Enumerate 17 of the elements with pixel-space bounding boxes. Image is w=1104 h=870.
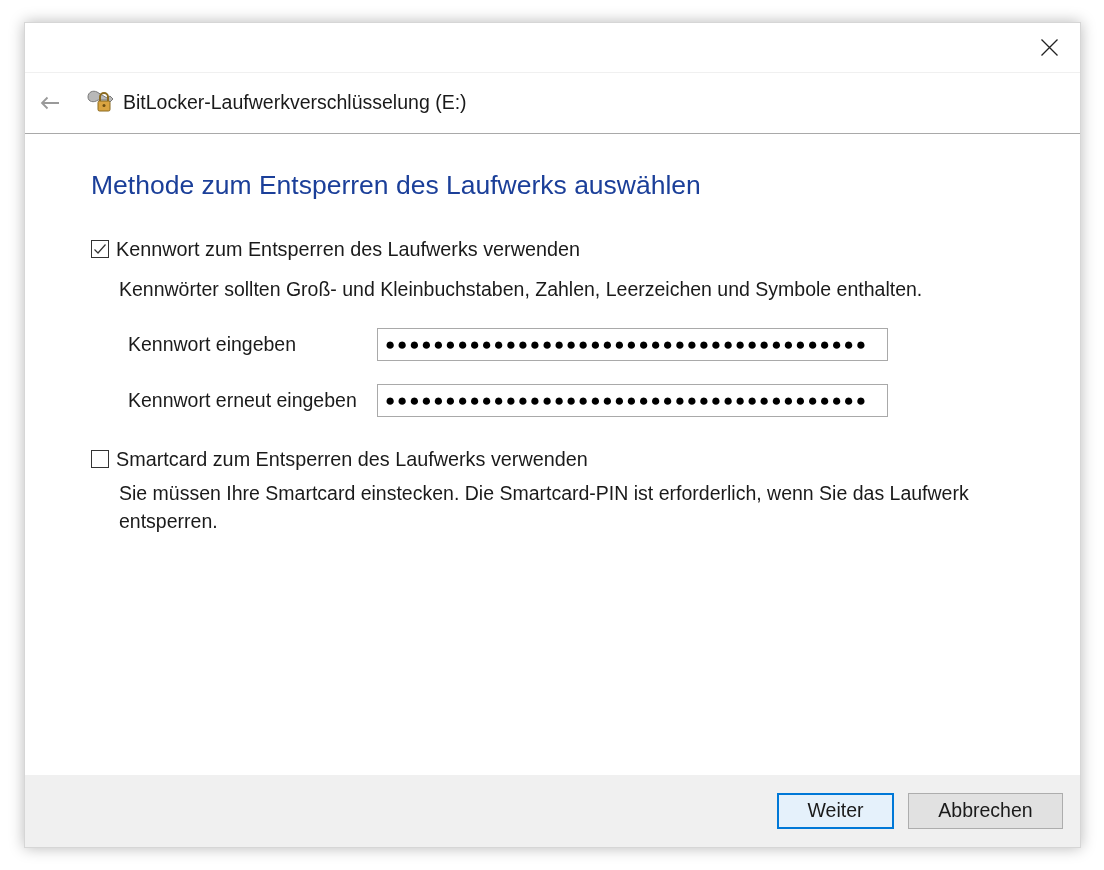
page-heading: Methode zum Entsperren des Laufwerks auswählen — [91, 169, 701, 201]
option-description: Sie müssen Ihre Smartcard einstecken. Die Smartcard-PIN ist erforderlich, wenn Sie das Laufwerk entsperren. — [119, 481, 970, 534]
checkbox-label[interactable]: Kennwort zum Entsperren des Laufwerks verwenden — [116, 237, 580, 261]
password-field[interactable]: ●●●●●●●●●●●●●●●●●●●●●●●●●●●●●●●●●●●●●●●● — [377, 328, 888, 361]
dialog-button[interactable]: Weiter — [777, 793, 894, 829]
wizard-title: BitLocker-Laufwerkverschlüsselung (E:) — [123, 90, 467, 116]
dialog-button[interactable]: Abbrechen — [908, 793, 1063, 829]
checkbox[interactable] — [91, 240, 109, 258]
field-label: Kennwort eingeben — [128, 331, 298, 357]
field-label: Kennwort erneut eingeben — [128, 387, 358, 413]
close-icon[interactable] — [1041, 39, 1058, 56]
back-arrow-icon[interactable] — [40, 96, 60, 110]
password-field[interactable]: ●●●●●●●●●●●●●●●●●●●●●●●●●●●●●●●●●●●●●●●● — [377, 384, 888, 417]
key-padlock-icon — [87, 88, 115, 114]
option-description: Kennwörter sollten Groß- und Kleinbuchstaben, Zahlen, Leerzeichen und Symbole enthalten. — [119, 277, 924, 302]
checkbox[interactable] — [91, 450, 109, 468]
checkbox-label[interactable]: Smartcard zum Entsperren des Laufwerks verwenden — [116, 447, 588, 471]
